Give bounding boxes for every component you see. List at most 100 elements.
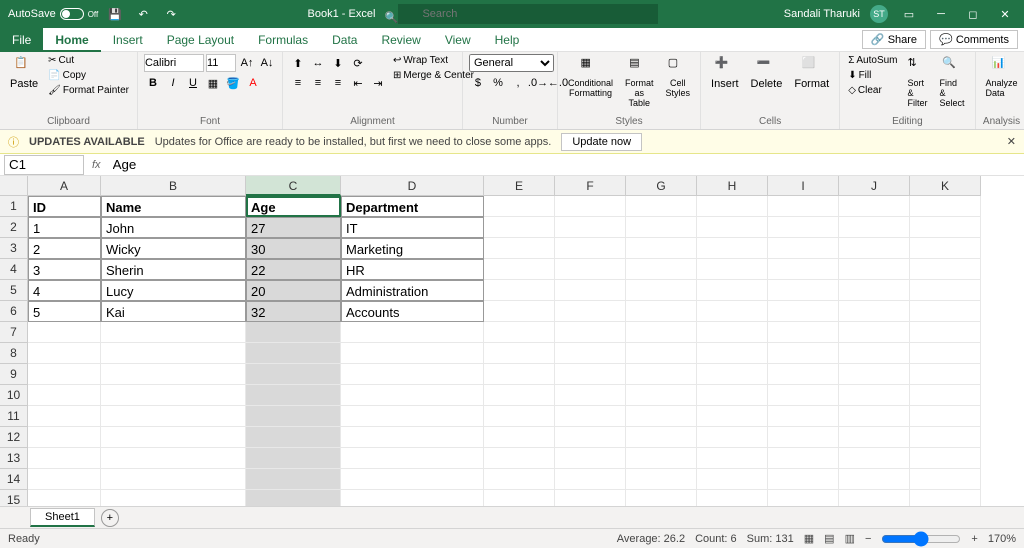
underline-button[interactable]: U [184, 74, 202, 92]
row-header-9[interactable]: 9 [0, 364, 28, 385]
cell-C12[interactable] [246, 427, 341, 448]
row-header-12[interactable]: 12 [0, 427, 28, 448]
tab-formulas[interactable]: Formulas [246, 28, 320, 52]
cell-I11[interactable] [768, 406, 839, 427]
font-name-select[interactable] [144, 54, 204, 72]
cell-B4[interactable]: Sherin [101, 259, 246, 280]
italic-button[interactable]: I [164, 74, 182, 92]
zoom-level[interactable]: 170% [988, 533, 1016, 545]
cell-H2[interactable] [697, 217, 768, 238]
align-middle-icon[interactable]: ↔ [309, 54, 327, 72]
cell-I8[interactable] [768, 343, 839, 364]
row-header-6[interactable]: 6 [0, 301, 28, 322]
cell-J3[interactable] [839, 238, 910, 259]
cell-I4[interactable] [768, 259, 839, 280]
cell-J12[interactable] [839, 427, 910, 448]
cell-F7[interactable] [555, 322, 626, 343]
autosave-toggle[interactable]: AutoSave Off [8, 8, 98, 20]
cell-C1[interactable]: Age [246, 196, 341, 217]
cell-G13[interactable] [626, 448, 697, 469]
cell-I6[interactable] [768, 301, 839, 322]
row-header-3[interactable]: 3 [0, 238, 28, 259]
cell-I14[interactable] [768, 469, 839, 490]
cell-styles-button[interactable]: ▢Cell Styles [662, 54, 695, 100]
row-header-4[interactable]: 4 [0, 259, 28, 280]
cell-C11[interactable] [246, 406, 341, 427]
cell-G3[interactable] [626, 238, 697, 259]
cell-G2[interactable] [626, 217, 697, 238]
row-header-1[interactable]: 1 [0, 196, 28, 217]
cell-C5[interactable]: 20 [246, 280, 341, 301]
cell-A2[interactable]: 1 [28, 217, 101, 238]
cell-D7[interactable] [341, 322, 484, 343]
cell-B13[interactable] [101, 448, 246, 469]
cell-D6[interactable]: Accounts [341, 301, 484, 322]
percent-icon[interactable]: % [489, 74, 507, 92]
cell-K13[interactable] [910, 448, 981, 469]
cell-A5[interactable]: 4 [28, 280, 101, 301]
cell-C8[interactable] [246, 343, 341, 364]
cell-D12[interactable] [341, 427, 484, 448]
cell-F8[interactable] [555, 343, 626, 364]
format-cells-button[interactable]: ⬜Format [790, 54, 833, 92]
cell-D4[interactable]: HR [341, 259, 484, 280]
tab-data[interactable]: Data [320, 28, 369, 52]
minimize-icon[interactable]: ─ [930, 8, 952, 20]
col-header-C[interactable]: C [246, 176, 341, 196]
cell-K14[interactable] [910, 469, 981, 490]
format-as-table-button[interactable]: ▤Format as Table [621, 54, 658, 110]
cell-G6[interactable] [626, 301, 697, 322]
cell-B9[interactable] [101, 364, 246, 385]
cell-C9[interactable] [246, 364, 341, 385]
col-header-J[interactable]: J [839, 176, 910, 196]
cell-C10[interactable] [246, 385, 341, 406]
orientation-icon[interactable]: ⟳ [349, 54, 367, 72]
cell-H8[interactable] [697, 343, 768, 364]
cell-A1[interactable]: ID [28, 196, 101, 217]
cell-F12[interactable] [555, 427, 626, 448]
cell-J6[interactable] [839, 301, 910, 322]
cell-K8[interactable] [910, 343, 981, 364]
row-header-13[interactable]: 13 [0, 448, 28, 469]
format-painter-button[interactable]: 🖌 Format Painter [46, 84, 131, 97]
cell-C7[interactable] [246, 322, 341, 343]
cell-I13[interactable] [768, 448, 839, 469]
cell-D8[interactable] [341, 343, 484, 364]
col-header-F[interactable]: F [555, 176, 626, 196]
bold-button[interactable]: B [144, 74, 162, 92]
row-header-2[interactable]: 2 [0, 217, 28, 238]
cell-D10[interactable] [341, 385, 484, 406]
cell-J9[interactable] [839, 364, 910, 385]
align-left-icon[interactable]: ≡ [289, 74, 307, 92]
tab-help[interactable]: Help [483, 28, 532, 52]
cell-H5[interactable] [697, 280, 768, 301]
cell-H1[interactable] [697, 196, 768, 217]
cell-A3[interactable]: 2 [28, 238, 101, 259]
align-right-icon[interactable]: ≡ [329, 74, 347, 92]
cell-F6[interactable] [555, 301, 626, 322]
sort-filter-button[interactable]: ⇅Sort & Filter [904, 54, 932, 110]
cell-B12[interactable] [101, 427, 246, 448]
increase-decimal-icon[interactable]: .0→ [529, 74, 547, 92]
row-header-7[interactable]: 7 [0, 322, 28, 343]
cell-D5[interactable]: Administration [341, 280, 484, 301]
user-name[interactable]: Sandali Tharuki [784, 8, 860, 20]
col-header-G[interactable]: G [626, 176, 697, 196]
col-header-E[interactable]: E [484, 176, 555, 196]
paste-button[interactable]: 📋 Paste [6, 54, 42, 92]
cell-H11[interactable] [697, 406, 768, 427]
cell-A10[interactable] [28, 385, 101, 406]
cell-I1[interactable] [768, 196, 839, 217]
cell-J10[interactable] [839, 385, 910, 406]
cell-B8[interactable] [101, 343, 246, 364]
cell-D9[interactable] [341, 364, 484, 385]
tab-page-layout[interactable]: Page Layout [155, 28, 246, 52]
cell-I12[interactable] [768, 427, 839, 448]
cell-C2[interactable]: 27 [246, 217, 341, 238]
cell-E3[interactable] [484, 238, 555, 259]
close-icon[interactable]: ✕ [994, 8, 1016, 21]
cell-J1[interactable] [839, 196, 910, 217]
cell-E13[interactable] [484, 448, 555, 469]
formula-input[interactable] [109, 155, 1024, 175]
cell-H13[interactable] [697, 448, 768, 469]
